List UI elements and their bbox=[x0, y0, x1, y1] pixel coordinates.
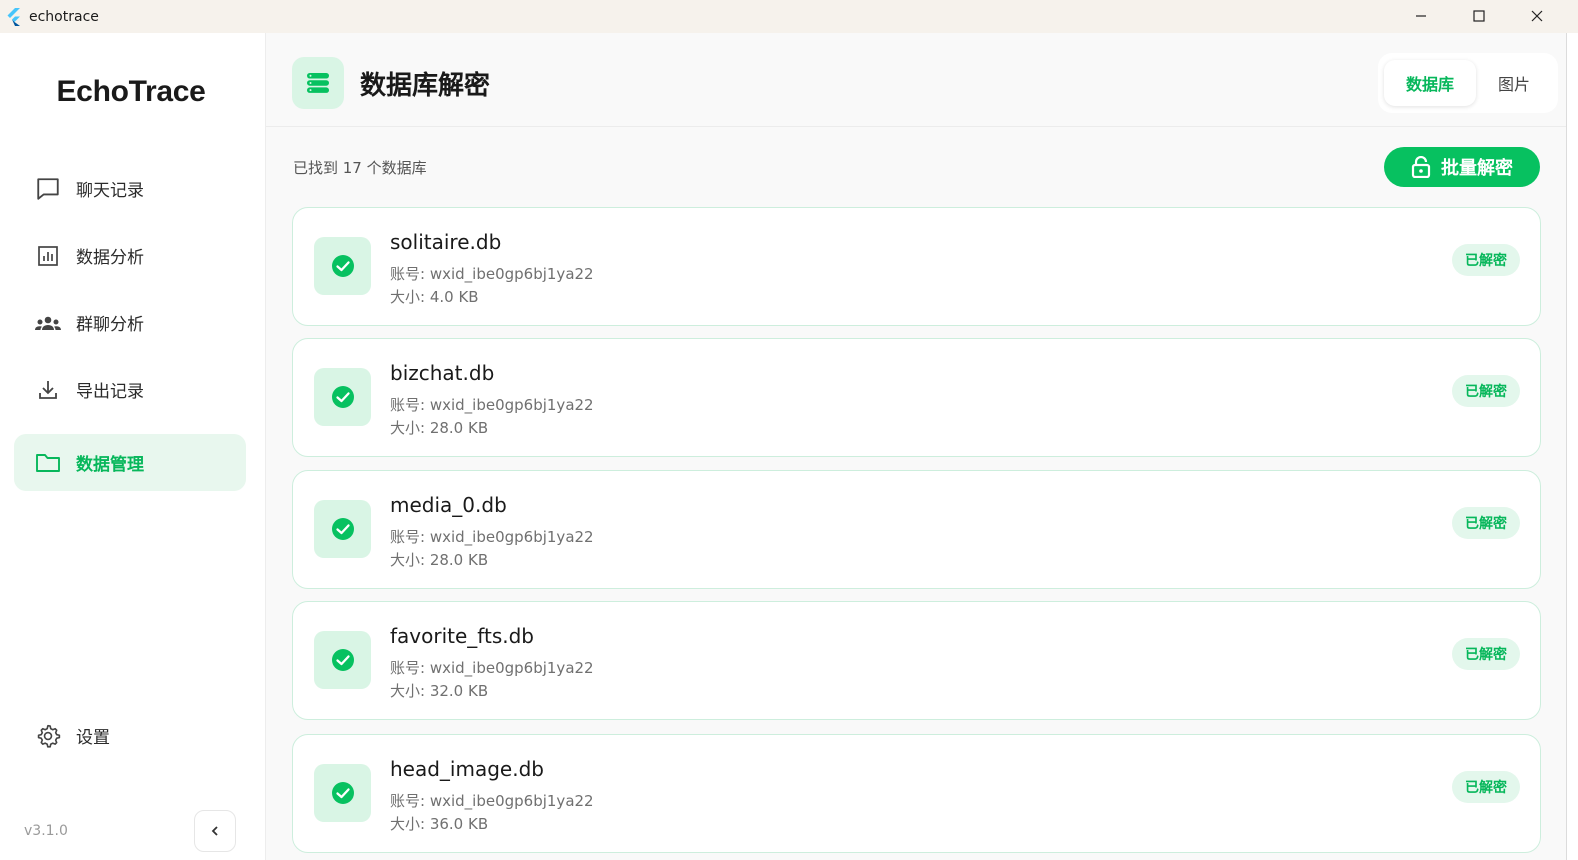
batch-decrypt-button[interactable]: 批量解密 bbox=[1384, 147, 1540, 187]
sidebar-item-label: 群聊分析 bbox=[76, 315, 144, 335]
database-name: media_0.db bbox=[390, 493, 507, 517]
page-header: 数据库解密 数据库 图片 bbox=[266, 33, 1566, 127]
database-account: 账号: wxid_ibe0gp6bj1ya22 bbox=[390, 265, 594, 283]
database-name: bizchat.db bbox=[390, 361, 495, 385]
database-account: 账号: wxid_ibe0gp6bj1ya22 bbox=[390, 396, 594, 414]
sidebar-item-data-management[interactable]: 数据管理 bbox=[14, 434, 246, 491]
chevron-left-icon bbox=[209, 822, 221, 841]
maximize-button[interactable] bbox=[1450, 0, 1508, 33]
database-name: head_image.db bbox=[390, 757, 544, 781]
database-size: 大小: 28.0 KB bbox=[390, 419, 489, 437]
page-title: 数据库解密 bbox=[360, 71, 491, 101]
window-controls bbox=[1392, 0, 1566, 33]
close-button[interactable] bbox=[1508, 0, 1566, 33]
database-card[interactable]: favorite_fts.db 账号: wxid_ibe0gp6bj1ya22 … bbox=[292, 601, 1541, 720]
check-circle-icon bbox=[314, 368, 371, 426]
chat-bubble-icon bbox=[34, 175, 62, 203]
collapse-sidebar-button[interactable] bbox=[194, 810, 236, 852]
brand-logo: EchoTrace bbox=[56, 75, 206, 108]
sidebar-item-label: 聊天记录 bbox=[76, 181, 144, 201]
sidebar: EchoTrace 聊天记录 数据分析 群聊分析 导出记录 数据管理 设置 v3… bbox=[0, 33, 266, 860]
sidebar-item-chat-history[interactable]: 聊天记录 bbox=[14, 160, 246, 217]
database-size: 大小: 36.0 KB bbox=[390, 815, 489, 833]
sidebar-item-label: 设置 bbox=[76, 728, 110, 748]
database-card[interactable]: head_image.db 账号: wxid_ibe0gp6bj1ya22 大小… bbox=[292, 734, 1541, 853]
database-size: 大小: 28.0 KB bbox=[390, 551, 489, 569]
folder-icon bbox=[34, 449, 62, 477]
database-size: 大小: 4.0 KB bbox=[390, 288, 479, 306]
check-circle-icon bbox=[314, 764, 371, 822]
database-card[interactable]: solitaire.db 账号: wxid_ibe0gp6bj1ya22 大小:… bbox=[292, 207, 1541, 326]
bar-chart-icon bbox=[34, 242, 62, 270]
tab-images[interactable]: 图片 bbox=[1476, 60, 1552, 106]
database-icon bbox=[292, 57, 344, 109]
batch-decrypt-label: 批量解密 bbox=[1441, 158, 1513, 179]
database-size: 大小: 32.0 KB bbox=[390, 682, 489, 700]
status-badge: 已解密 bbox=[1452, 638, 1520, 670]
status-badge: 已解密 bbox=[1452, 244, 1520, 276]
check-circle-icon bbox=[314, 500, 371, 558]
sidebar-item-data-analysis[interactable]: 数据分析 bbox=[14, 227, 246, 284]
database-name: solitaire.db bbox=[390, 230, 502, 254]
status-badge: 已解密 bbox=[1452, 771, 1520, 803]
check-circle-icon bbox=[314, 631, 371, 689]
lock-icon bbox=[1411, 156, 1431, 178]
group-icon bbox=[34, 309, 62, 337]
sidebar-item-settings[interactable]: 设置 bbox=[14, 707, 246, 764]
sidebar-item-export-records[interactable]: 导出记录 bbox=[14, 361, 246, 418]
download-icon bbox=[34, 376, 62, 404]
maximize-icon bbox=[1473, 7, 1485, 26]
database-account: 账号: wxid_ibe0gp6bj1ya22 bbox=[390, 792, 594, 810]
database-account: 账号: wxid_ibe0gp6bj1ya22 bbox=[390, 659, 594, 677]
window-title: echotrace bbox=[29, 8, 99, 25]
version-label: v3.1.0 bbox=[24, 823, 68, 839]
flutter-logo-icon bbox=[6, 7, 22, 26]
database-count-text: 已找到 17 个数据库 bbox=[293, 159, 427, 177]
database-card[interactable]: bizchat.db 账号: wxid_ibe0gp6bj1ya22 大小: 2… bbox=[292, 338, 1541, 457]
sidebar-item-label: 数据管理 bbox=[76, 455, 144, 475]
title-bar: echotrace bbox=[0, 0, 1578, 33]
sidebar-item-label: 导出记录 bbox=[76, 382, 144, 402]
tab-bar: 数据库 图片 bbox=[1377, 53, 1558, 113]
main-content: 数据库解密 数据库 图片 已找到 17 个数据库 批量解密 solitaire.… bbox=[266, 33, 1566, 860]
minimize-button[interactable] bbox=[1392, 0, 1450, 33]
database-card[interactable]: media_0.db 账号: wxid_ibe0gp6bj1ya22 大小: 2… bbox=[292, 470, 1541, 589]
window-edge bbox=[1566, 33, 1578, 860]
database-name: favorite_fts.db bbox=[390, 624, 534, 648]
gear-icon bbox=[34, 722, 62, 750]
sidebar-item-label: 数据分析 bbox=[76, 248, 144, 268]
status-badge: 已解密 bbox=[1452, 507, 1520, 539]
minimize-icon bbox=[1415, 7, 1427, 26]
database-account: 账号: wxid_ibe0gp6bj1ya22 bbox=[390, 528, 594, 546]
status-badge: 已解密 bbox=[1452, 375, 1520, 407]
tab-database[interactable]: 数据库 bbox=[1383, 60, 1476, 106]
close-icon bbox=[1531, 7, 1543, 26]
sidebar-item-group-analysis[interactable]: 群聊分析 bbox=[14, 294, 246, 351]
check-circle-icon bbox=[314, 237, 371, 295]
